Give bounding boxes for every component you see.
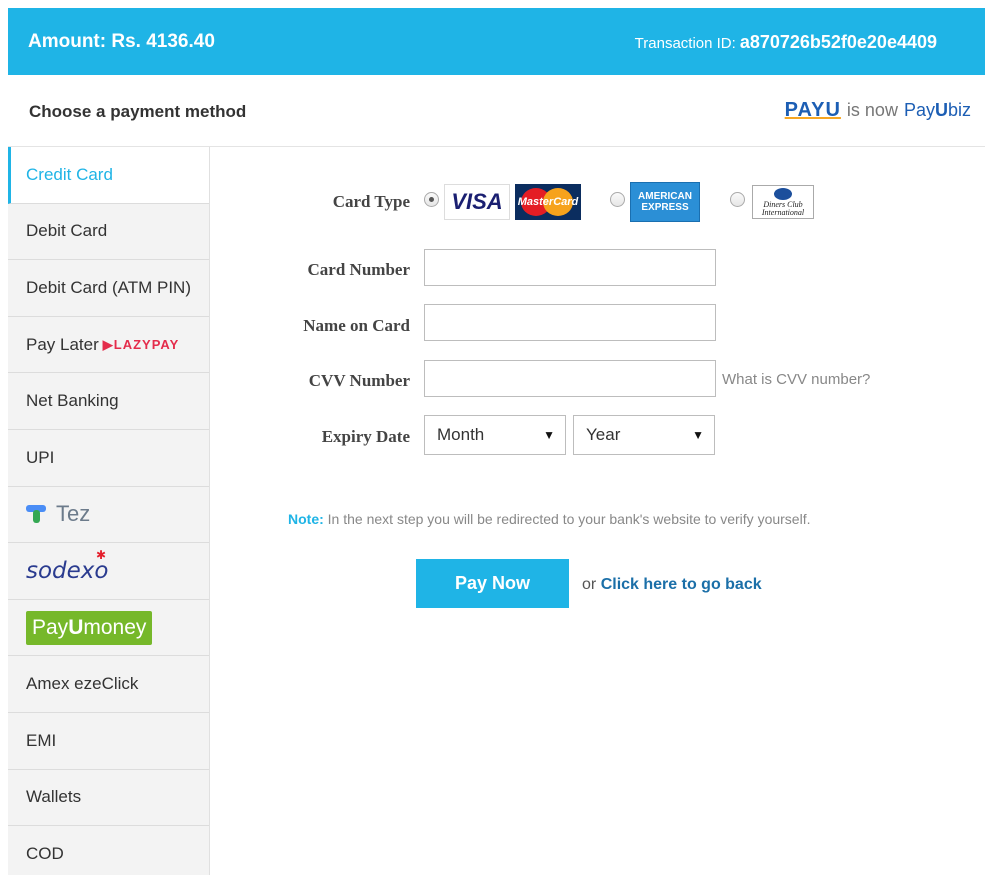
sidebar-item-pay-later[interactable]: Pay Later ▶LAZYPAY [8, 317, 209, 374]
card-number-label: Card Number [307, 260, 410, 279]
sidebar-item-payumoney[interactable]: PayUmoney [8, 600, 209, 657]
is-now-text: is now [846, 100, 898, 120]
name-on-card-label: Name on Card [303, 316, 410, 335]
sidebar-item-wallets[interactable]: Wallets [8, 770, 209, 827]
tez-icon [26, 505, 46, 524]
sidebar-item-emi[interactable]: EMI [8, 713, 209, 770]
card-type-radio-diners[interactable] [730, 192, 745, 207]
expiry-year-select[interactable]: Year ▼ [573, 415, 715, 455]
sidebar-item-upi[interactable]: UPI [8, 430, 209, 487]
name-on-card-input[interactable] [424, 304, 716, 341]
card-type-radio-amex[interactable] [610, 192, 625, 207]
go-back-link[interactable]: Click here to go back [601, 576, 762, 593]
visa-logo: VISA [444, 184, 510, 220]
payu-logo: PAYU [784, 99, 841, 121]
card-type-radio-visa-mastercard[interactable] [424, 192, 439, 207]
card-number-input[interactable] [424, 249, 716, 286]
sidebar-item-debit-card[interactable]: Debit Card [8, 204, 209, 261]
sodexo-logo: sodexo ✱ [26, 547, 109, 584]
top-bar: Amount: Rs. 4136.40 Transaction ID: a8707… [8, 8, 985, 75]
dropdown-arrow-icon: ▼ [692, 428, 704, 442]
transaction-id: Transaction ID: a870726b52f0e20e4409 [635, 32, 937, 53]
diners-club-logo: Diners Club International [752, 185, 814, 219]
mastercard-logo: MasterCard [515, 184, 581, 220]
card-type-label: Card Type [332, 192, 410, 211]
cvv-input[interactable] [424, 360, 716, 397]
expiry-month-select[interactable]: Month ▼ [424, 415, 566, 455]
redirect-note: Note: In the next step you will be redir… [288, 511, 811, 527]
payment-method-sidebar: Credit Card Debit Card Debit Card (ATM P… [8, 147, 210, 875]
go-back-text: or Click here to go back [582, 576, 762, 593]
cvv-help-text[interactable]: What is CVV number? [722, 371, 870, 388]
dropdown-arrow-icon: ▼ [543, 428, 555, 442]
pay-now-button[interactable]: Pay Now [416, 559, 569, 608]
payumoney-logo: PayUmoney [26, 610, 153, 645]
payu-notice: PAYU is now PayUbiz [785, 99, 971, 122]
transaction-id-value: a870726b52f0e20e4409 [739, 32, 937, 52]
sidebar-item-tez[interactable]: Tez [8, 487, 209, 544]
subheader: Choose a payment method PAYU is now PayU… [8, 75, 985, 147]
choose-method-title: Choose a payment method [29, 102, 247, 121]
sidebar-item-debit-atm-pin[interactable]: Debit Card (ATM PIN) [8, 260, 209, 317]
sidebar-item-sodexo[interactable]: sodexo ✱ [8, 543, 209, 600]
cvv-label: CVV Number [308, 371, 410, 390]
payubiz-logo: PayUbiz [903, 100, 971, 120]
sidebar-item-amex-ezeclick[interactable]: Amex ezeClick [8, 656, 209, 713]
expiry-date-label: Expiry Date [321, 427, 410, 446]
lazypay-logo: ▶LAZYPAY [102, 336, 180, 352]
amex-logo: AMERICAN EXPRESS [630, 182, 700, 222]
amount-label: Amount: Rs. 4136.40 [28, 31, 215, 52]
transaction-id-label: Transaction ID: [634, 35, 736, 52]
sidebar-item-cod[interactable]: COD [8, 826, 209, 875]
sidebar-item-credit-card[interactable]: Credit Card [8, 147, 209, 204]
sidebar-item-net-banking[interactable]: Net Banking [8, 373, 209, 430]
